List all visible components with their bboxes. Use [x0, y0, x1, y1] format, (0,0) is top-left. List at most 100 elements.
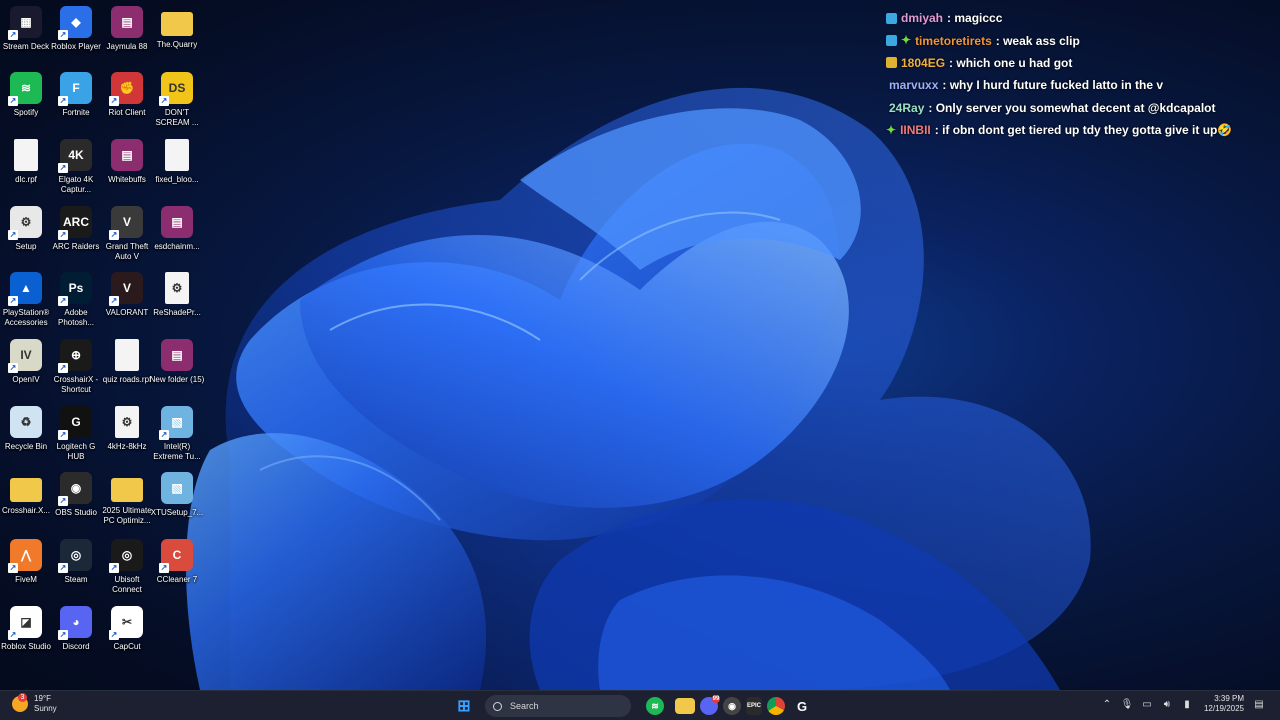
desktop-icon[interactable]: ⋀ ↗ FiveM — [0, 539, 52, 585]
volume-icon[interactable]: 🔊︎ — [1160, 697, 1174, 711]
desktop-icon-label: quiz roads.rpf — [102, 375, 152, 384]
desktop-icon[interactable]: ▲ ↗ PlayStation® Accessories — [0, 272, 52, 328]
winrar-icon: ▤ — [161, 206, 193, 238]
desktop-icon[interactable]: ▤ esdchainm... — [151, 206, 203, 252]
taskbar-search[interactable]: Search — [485, 695, 631, 717]
shortcut-arrow-icon: ↗ — [8, 296, 18, 306]
desktop-icon[interactable]: F ↗ Fortnite — [50, 72, 102, 118]
desktop-icon[interactable]: fixed_bloo... — [151, 139, 203, 185]
sun-icon: 3 — [12, 693, 28, 712]
desktop-icon[interactable]: C ↗ CCleaner 7 — [151, 539, 203, 585]
roblox-studio-icon: ◪ ↗ — [8, 606, 42, 640]
clock-time: 3:39 PM — [1214, 694, 1244, 703]
desktop-icon-label: CCleaner 7 — [156, 575, 198, 584]
logitech-g-taskbar-icon[interactable]: G — [790, 694, 814, 718]
desktop-icon-label: DON'T SCREAM ... — [155, 108, 199, 127]
desktop-icon[interactable]: ⚙ ↗ Setup — [0, 206, 52, 252]
discord-taskbar-icon[interactable]: 99 — [700, 695, 720, 715]
desktop-icon[interactable]: ◆ ↗ Roblox Player — [50, 6, 102, 52]
desktop-icon[interactable]: ◎ ↗ Ubisoft Connect — [101, 539, 153, 595]
clock[interactable]: 3:39 PM 12/19/2025 — [1204, 694, 1244, 714]
spotify-taskbar-icon[interactable]: ≋ — [646, 697, 664, 715]
setup-icon: ⚙ ↗ — [8, 206, 42, 240]
file-explorer-taskbar-icon[interactable] — [675, 698, 695, 714]
chat-username: 24Ray — [889, 100, 925, 115]
desktop-icon[interactable]: ▧ ↗ Intel(R) Extreme Tu... — [151, 406, 203, 462]
desktop-icon-label: Intel(R) Extreme Tu... — [153, 442, 201, 461]
shortcut-arrow-icon: ↗ — [159, 563, 169, 573]
desktop-icon-label: 4kHz-8kHz — [107, 442, 147, 451]
desktop-icon[interactable]: ◎ ↗ Steam — [50, 539, 102, 585]
chrome-taskbar-icon[interactable] — [767, 697, 785, 715]
notification-icon[interactable]: ▤ — [1252, 697, 1266, 711]
chat-message: marvuxx: why I hurd future fucked latto … — [886, 74, 1276, 96]
shortcut-arrow-icon: ↗ — [159, 430, 169, 440]
desktop-icon[interactable]: ⚙ 4kHz-8kHz — [101, 406, 153, 452]
desktop-icon-label: Stream Deck — [2, 42, 50, 51]
search-label: Search — [510, 701, 539, 711]
chevron-up-icon[interactable]: ⌃ — [1100, 697, 1114, 711]
desktop-icon[interactable]: ◪ ↗ Roblox Studio — [0, 606, 52, 652]
sparkle-badge-icon: ✦ — [886, 122, 897, 137]
desktop-icon-label: Recycle Bin — [4, 442, 48, 451]
desktop-icon[interactable]: ≋ ↗ Spotify — [0, 72, 52, 118]
shortcut-arrow-icon: ↗ — [109, 630, 119, 640]
shortcut-arrow-icon: ↗ — [58, 30, 68, 40]
desktop-icon[interactable]: ▤ Jaymula 88 — [101, 6, 153, 52]
shortcut-arrow-icon: ↗ — [8, 563, 18, 573]
desktop-icon-label: Adobe Photosh... — [57, 308, 95, 327]
desktop-icon[interactable]: 2025 Ultimate PC Optimiz... — [101, 472, 153, 526]
desktop-icon-label: Whitebuffs — [108, 175, 146, 184]
desktop-icon[interactable]: ▤ Whitebuffs — [101, 139, 153, 185]
weather-condition: Sunny — [34, 704, 57, 713]
stream-deck-icon: ▦ ↗ — [8, 6, 42, 40]
desktop-icon[interactable]: Crosshair.X... — [0, 472, 52, 516]
desktop-icon[interactable]: V ↗ VALORANT — [101, 272, 153, 318]
network-icon[interactable]: ▭ — [1140, 697, 1154, 711]
winrar-icon: ▤ — [111, 139, 143, 171]
file-icon — [115, 339, 139, 371]
desktop-icon[interactable]: G ↗ Logitech G HUB — [50, 406, 102, 462]
microphone-icon[interactable]: 🎙︎ — [1120, 697, 1134, 711]
shortcut-arrow-icon: ↗ — [109, 296, 119, 306]
shortcut-arrow-icon: ↗ — [58, 563, 68, 573]
desktop-icon[interactable]: ⚙ ReShadePr... — [151, 272, 203, 318]
weather-widget[interactable]: 3 19°F Sunny — [12, 693, 57, 714]
desktop-icon[interactable]: ✊ ↗ Riot Client — [101, 72, 153, 118]
start-button[interactable]: ⊞ — [452, 694, 476, 718]
desktop-icon[interactable]: The.Quarry — [151, 6, 203, 50]
desktop-icon[interactable]: quiz roads.rpf — [101, 339, 153, 385]
desktop-icon[interactable]: ◉ ↗ OBS Studio — [50, 472, 102, 518]
obs-taskbar-icon[interactable]: ◉ — [723, 697, 741, 715]
desktop-icon[interactable]: ▧ XTUSetup_7... — [151, 472, 203, 518]
desktop-icon-label: Crosshair.X... — [1, 506, 50, 515]
fivem-icon: ⋀ ↗ — [8, 539, 42, 573]
desktop-icon-label: New folder (15) — [149, 375, 205, 384]
desktop-icon-label: VALORANT — [105, 308, 149, 317]
obs-studio-icon: ◉ ↗ — [58, 472, 92, 506]
epic-games-taskbar-icon[interactable]: EPIC — [746, 697, 762, 715]
desktop-icon[interactable]: ♻ Recycle Bin — [0, 406, 52, 452]
desktop-icon[interactable]: dlc.rpf — [0, 139, 52, 185]
chat-overlay: dmiyah: magiccc ✦ timetoretirets: weak ass… — [886, 7, 1276, 141]
chat-text: : if obn dont get tiered up tdy they got… — [934, 123, 1233, 138]
desktop-icon[interactable]: ✂ ↗ CapCut — [101, 606, 153, 652]
desktop-icon[interactable]: V ↗ Grand Theft Auto V — [101, 206, 153, 262]
shortcut-arrow-icon: ↗ — [58, 496, 68, 506]
desktop-icon[interactable]: ▦ ↗ Stream Deck — [0, 6, 52, 52]
desktop-icon[interactable]: Ps ↗ Adobe Photosh... — [50, 272, 102, 328]
desktop-icon[interactable]: ◕ ↗ Discord — [50, 606, 102, 652]
desktop-icon[interactable]: IV ↗ OpenIV — [0, 339, 52, 385]
desktop-icon[interactable]: ▤ New folder (15) — [149, 339, 205, 385]
chat-message: ✦ timetoretirets: weak ass clip — [886, 29, 1276, 51]
desktop-icon[interactable]: DS ↗ DON'T SCREAM ... — [151, 72, 203, 128]
shortcut-arrow-icon: ↗ — [58, 430, 68, 440]
desktop-icon[interactable]: ⊕ ↗ CrosshairX - Shortcut — [50, 339, 102, 395]
desktop-icon-label: Jaymula 88 — [106, 42, 148, 51]
chat-message: dmiyah: magiccc — [886, 7, 1276, 29]
openiv-icon: IV ↗ — [8, 339, 42, 373]
desktop-icon[interactable]: ARC ↗ ARC Raiders — [50, 206, 102, 252]
installer-icon: ▧ — [161, 472, 193, 504]
battery-icon[interactable]: ▮ — [1180, 697, 1194, 711]
desktop-icon[interactable]: 4K ↗ Elgato 4K Captur... — [50, 139, 102, 195]
